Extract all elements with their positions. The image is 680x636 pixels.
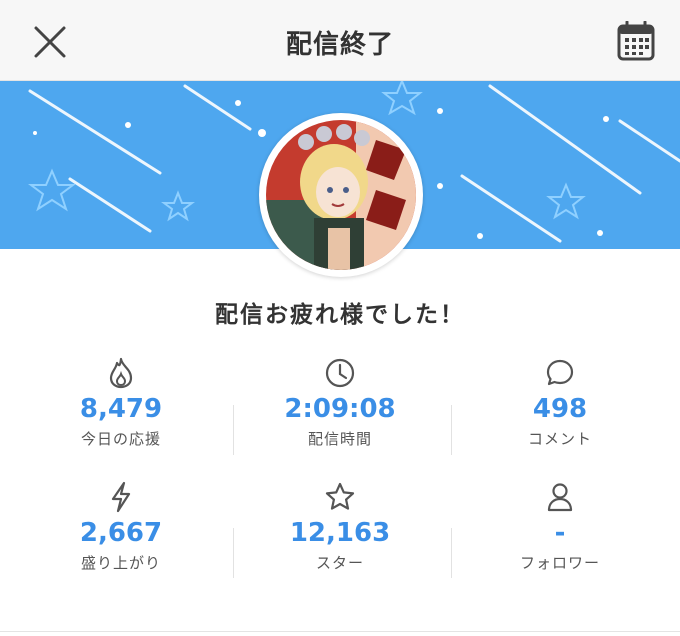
person-icon (447, 480, 673, 514)
calendar-icon (617, 21, 655, 61)
flame-icon (8, 356, 234, 390)
stat-label: 盛り上がり (80, 554, 161, 572)
speech-bubble-icon (447, 356, 673, 390)
stat-value: 2:09:08 (284, 394, 396, 424)
stat-label: フォロワー (519, 554, 600, 572)
bottom-divider (0, 631, 680, 632)
app-header: 配信終了 (0, 0, 680, 81)
stat-value: 498 (532, 394, 588, 424)
stat-value: 8,479 (79, 394, 163, 424)
stat-divider (233, 528, 234, 578)
stat-divider (233, 405, 234, 455)
stat-label: 今日の応援 (80, 430, 161, 448)
stat-label: スター (315, 554, 364, 572)
stat-duration: 2:09:08 配信時間 (227, 356, 453, 448)
stat-divider (451, 528, 452, 578)
stat-value: 12,163 (289, 518, 391, 548)
lightning-icon (8, 480, 234, 514)
stat-label: コメント (527, 430, 592, 448)
stat-label: 配信時間 (307, 430, 372, 448)
avatar[interactable] (259, 113, 423, 277)
stat-divider (451, 405, 452, 455)
completion-message: 配信お疲れ様でした！ (215, 302, 465, 328)
star-icon (227, 480, 453, 514)
stat-support: 8,479 今日の応援 (8, 356, 234, 448)
stat-value: 2,667 (79, 518, 163, 548)
page-title: 配信終了 (285, 30, 394, 60)
stat-followers: - フォロワー (447, 480, 673, 572)
stat-excitement: 2,667 盛り上がり (8, 480, 234, 572)
stat-value: - (554, 518, 566, 548)
stat-comments: 498 コメント (447, 356, 673, 448)
avatar-image (266, 120, 416, 270)
clock-icon (227, 356, 453, 390)
calendar-button[interactable] (612, 18, 660, 64)
stat-stars: 12,163 スター (227, 480, 453, 572)
